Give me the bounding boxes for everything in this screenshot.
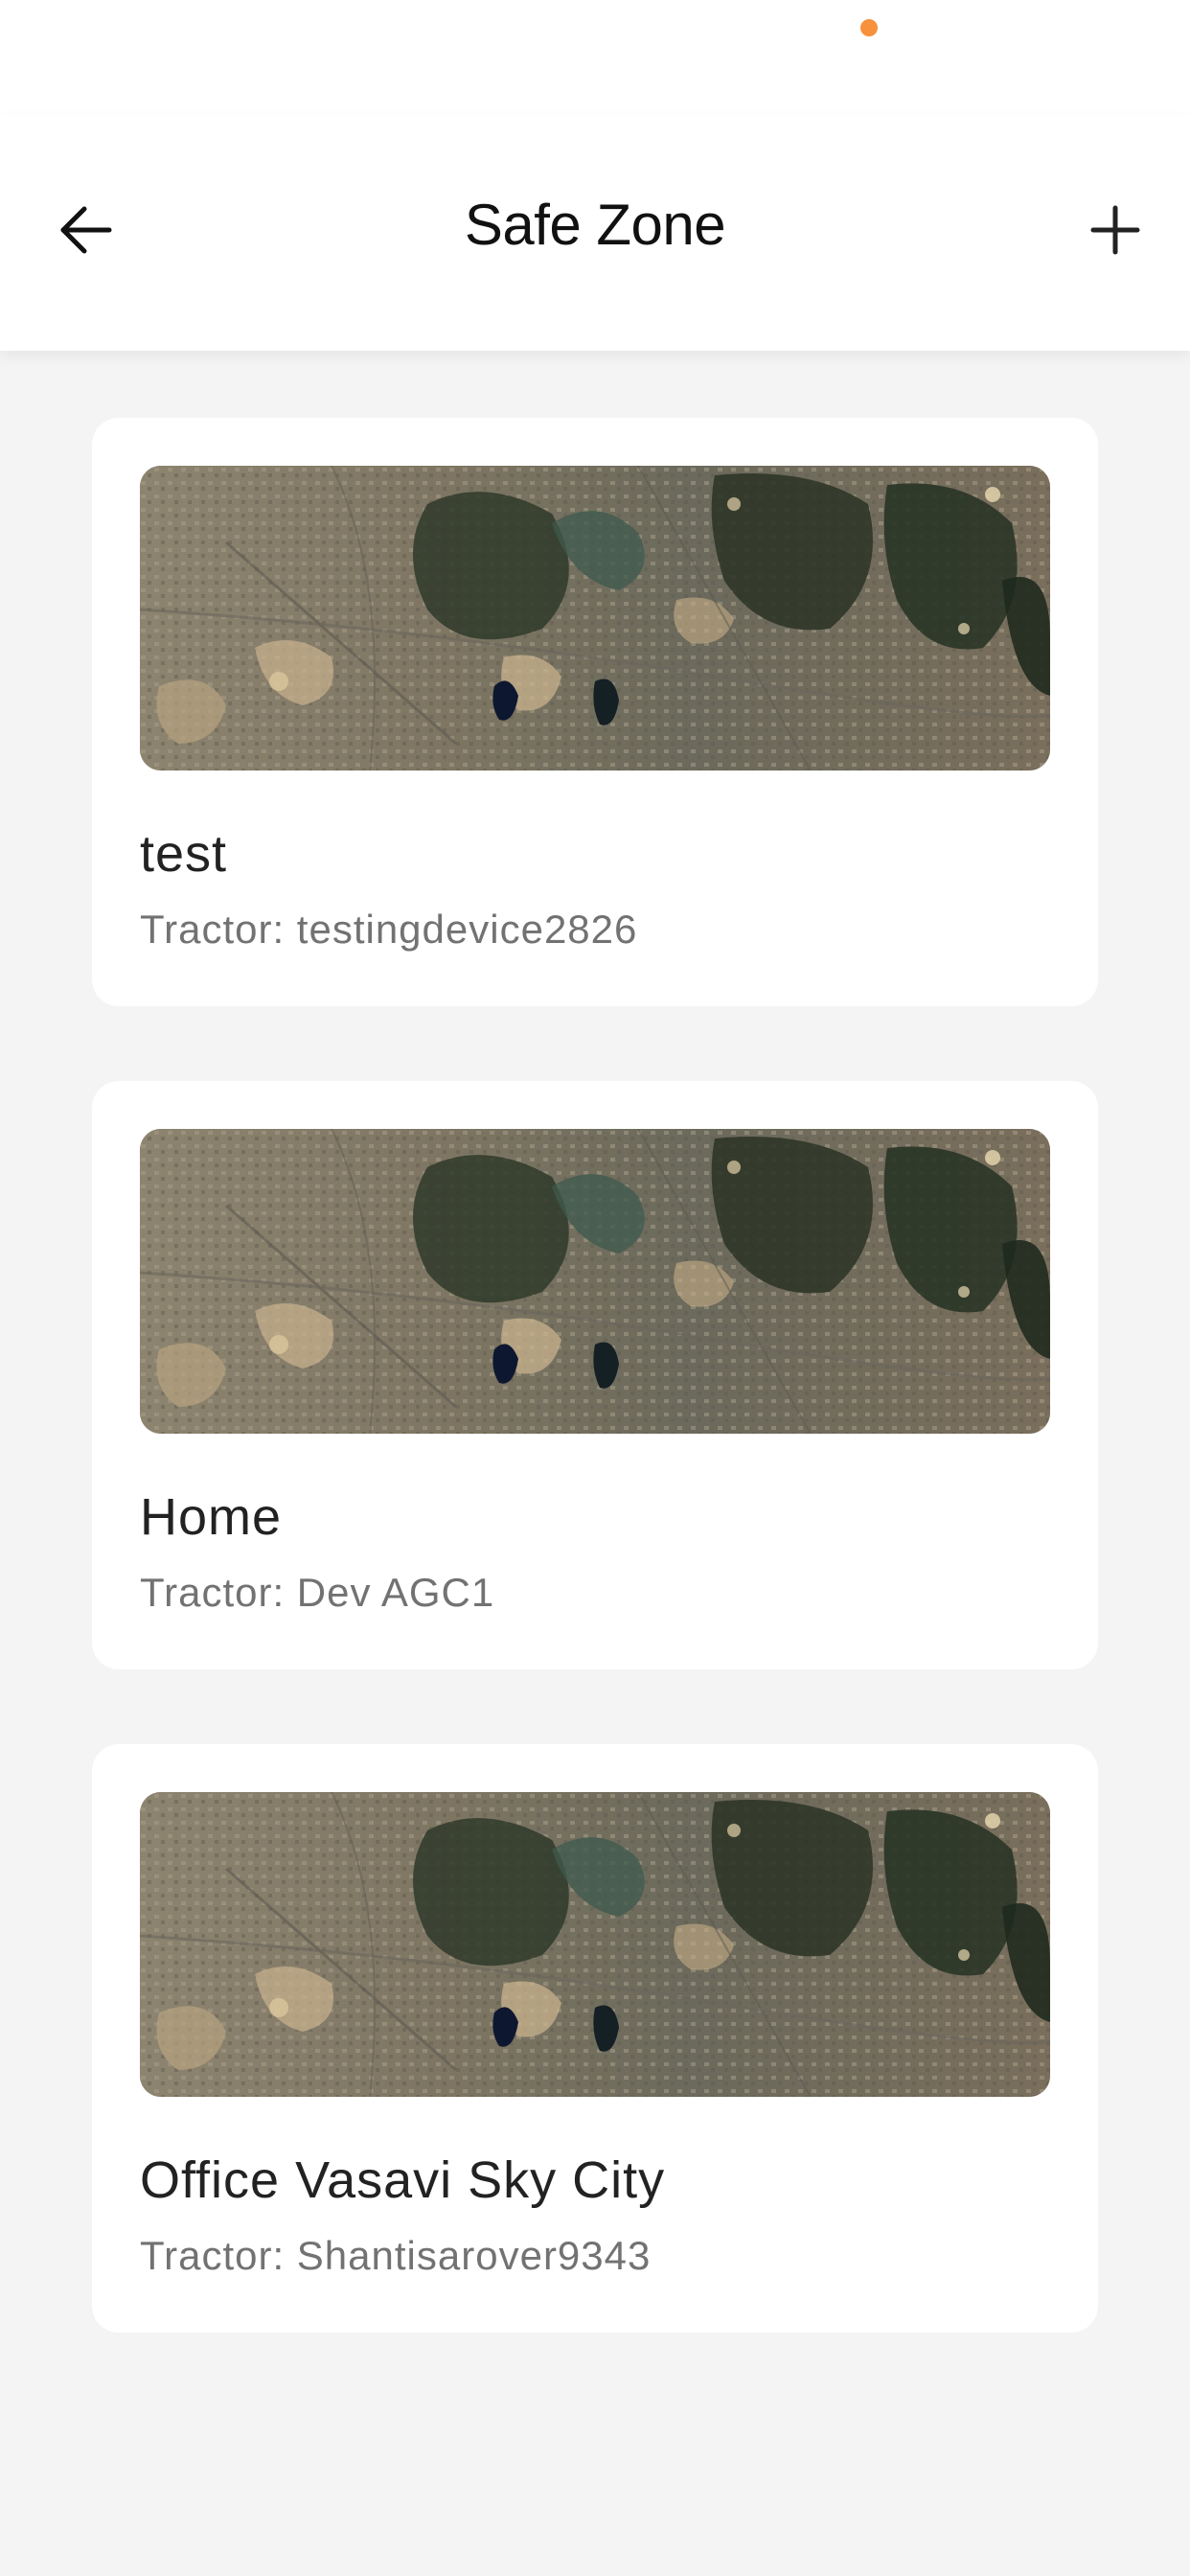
page-title: Safe Zone xyxy=(464,193,726,257)
zone-tractor: Tractor: testingdevice2826 xyxy=(140,907,638,952)
status-bar xyxy=(0,0,1190,115)
app-header: Safe Zone xyxy=(0,115,1190,351)
zone-tractor: Tractor: Dev AGC1 xyxy=(140,1570,495,1615)
zone-card[interactable]: Home Tractor: Dev AGC1 xyxy=(92,1081,1098,1669)
zone-tractor: Tractor: Shantisarover9343 xyxy=(140,2233,652,2278)
safe-zone-list: test Tractor: testingdevice2826 Home Tra… xyxy=(92,418,1098,2407)
zone-card[interactable]: test Tractor: testingdevice2826 xyxy=(92,418,1098,1006)
zone-card[interactable]: Office Vasavi Sky City Tractor: Shantisa… xyxy=(92,1744,1098,2333)
zone-name: Office Vasavi Sky City xyxy=(140,2151,666,2209)
satellite-map-image xyxy=(140,1792,1050,2097)
zone-name: test xyxy=(140,825,228,883)
zone-name: Home xyxy=(140,1488,283,1546)
add-zone-button[interactable] xyxy=(1067,182,1163,278)
satellite-map-thumbnail xyxy=(140,1129,1050,1434)
satellite-map-thumbnail xyxy=(140,1792,1050,2097)
recording-indicator-dot xyxy=(860,19,878,36)
satellite-map-image xyxy=(140,466,1050,770)
satellite-map-image xyxy=(140,1129,1050,1434)
plus-icon xyxy=(1090,205,1140,255)
satellite-map-thumbnail xyxy=(140,466,1050,770)
